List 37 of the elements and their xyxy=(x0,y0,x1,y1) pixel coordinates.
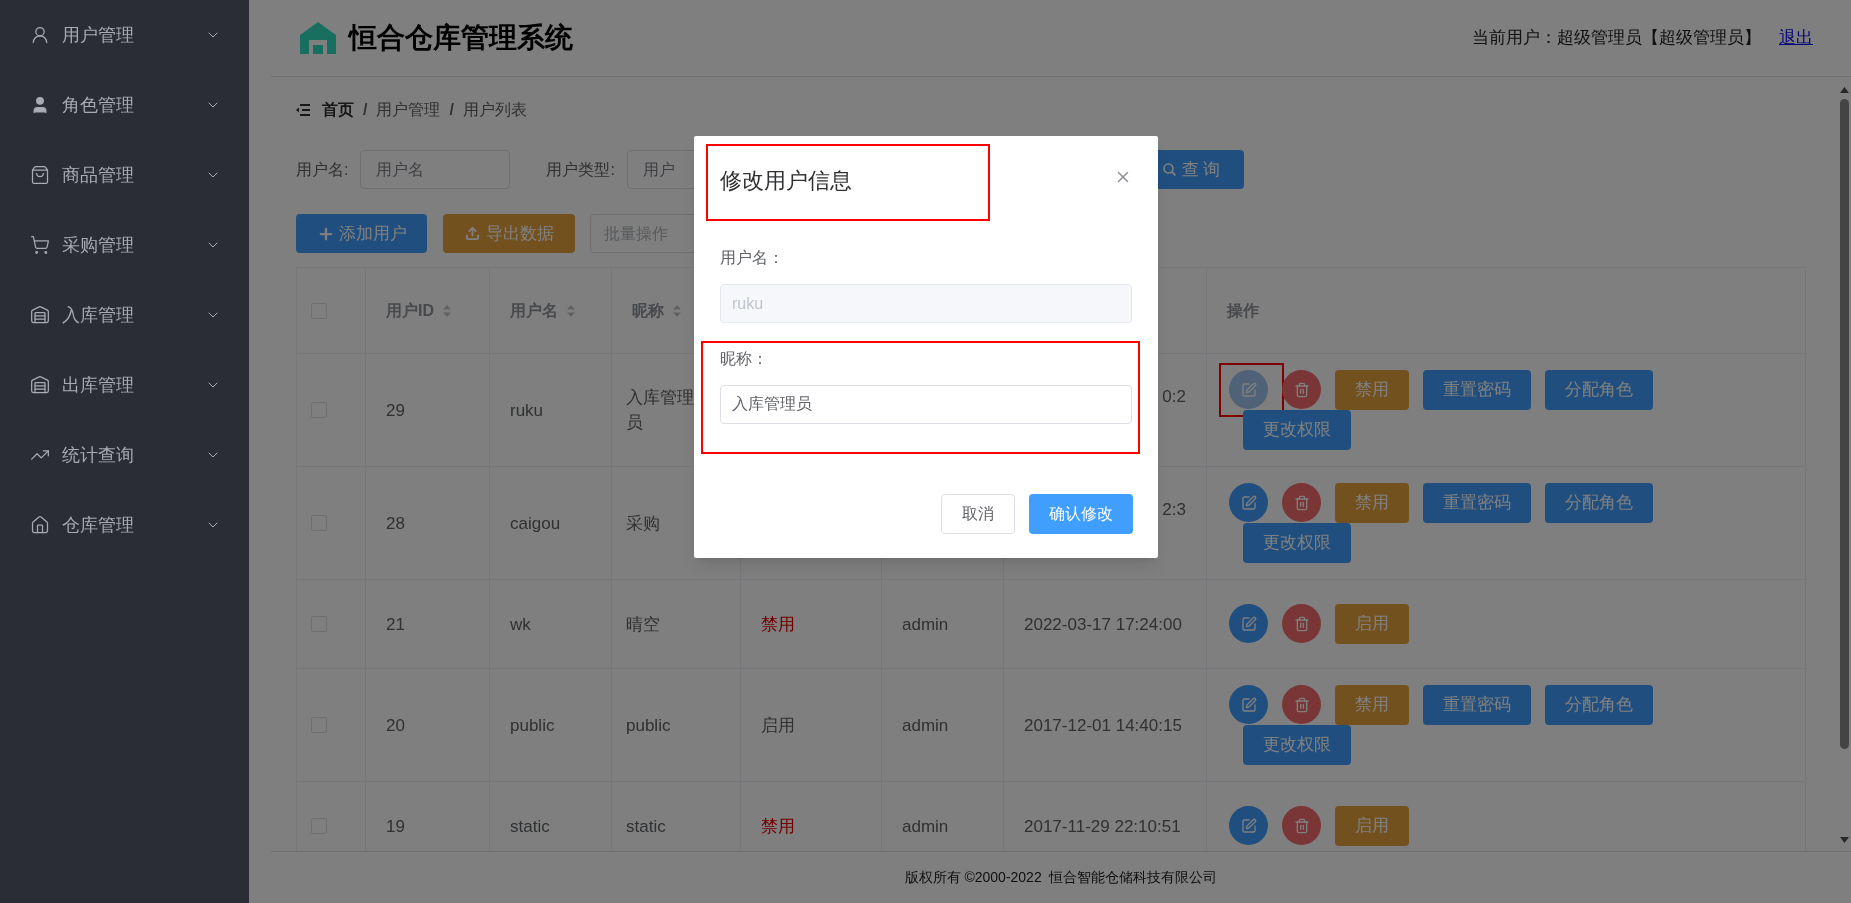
table-cell-text: wk xyxy=(510,613,531,636)
table-cell-text: admin xyxy=(902,714,949,737)
table-cell-text: 采购 xyxy=(626,512,660,535)
status-text: 启用 xyxy=(761,714,795,737)
breadcrumb-item: 用户管理 xyxy=(376,100,441,120)
table-cell-text: 20 xyxy=(386,714,405,737)
table-cell-text: public xyxy=(510,714,555,737)
table-cell-text: static xyxy=(510,815,550,838)
search-label: 用户名: xyxy=(296,159,349,180)
current-user-label: 当前用户：超级管理员【超级管理员】 xyxy=(1472,27,1761,50)
table-cell-text: 2:3 xyxy=(1162,499,1186,521)
table-cell-text: admin xyxy=(902,613,949,636)
table-cell-text: caigou xyxy=(510,512,561,535)
table-cell-text: 0:2 xyxy=(1162,386,1186,408)
table-cell-text: 29 xyxy=(386,399,405,422)
breadcrumb-separator: / xyxy=(449,100,454,120)
table-cell-text: ruku xyxy=(510,399,544,422)
table-cell-text: 21 xyxy=(386,613,405,636)
search-label: 用户类型: xyxy=(546,159,615,180)
app-title: 恒合仓库管理系统 xyxy=(349,21,573,55)
table-cell-text: 2022-03-17 17:24:00 xyxy=(1024,613,1182,636)
breadcrumb-item: 用户列表 xyxy=(462,100,527,120)
table-cell-text: 19 xyxy=(386,815,405,838)
breadcrumb-separator: / xyxy=(363,100,368,120)
dialog-title: 修改用户信息 xyxy=(720,168,852,193)
status-text: 禁用 xyxy=(761,815,795,838)
copyright-text: 版权所有 ©2000-2022 恒合智能仓储科技有限公司 xyxy=(904,868,1218,887)
table-cell-text: static xyxy=(626,815,666,838)
table-cell-text: 晴空 xyxy=(626,613,660,636)
table-cell-text: 2017-11-29 22:10:51 xyxy=(1024,815,1181,838)
table-cell-text: public xyxy=(626,714,671,737)
status-text: 禁用 xyxy=(761,613,795,636)
field-label: 昵称： xyxy=(720,349,769,369)
table-cell-text: 2017-12-01 14:40:15 xyxy=(1024,714,1182,737)
table-cell-text: 28 xyxy=(386,512,405,535)
table-cell-text: admin xyxy=(902,815,949,838)
table-cell-text: 入库管理员 xyxy=(626,387,694,434)
